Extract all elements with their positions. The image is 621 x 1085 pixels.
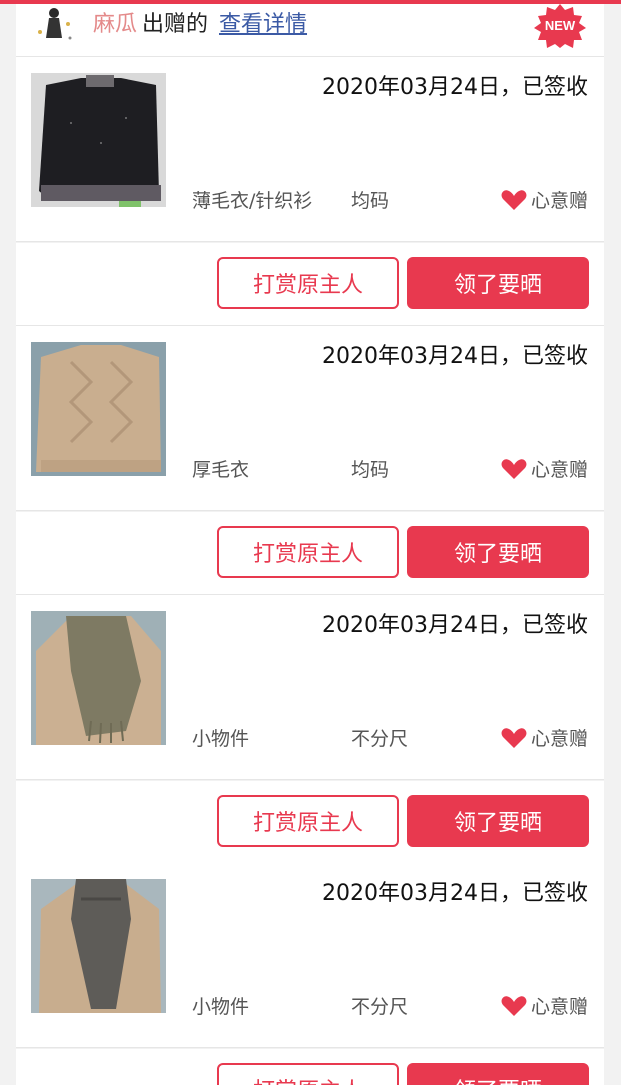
item-category: 小物件: [192, 996, 250, 1018]
item-thumbnail[interactable]: [31, 879, 166, 1013]
gift-tag: 心意赠: [501, 992, 588, 1019]
item-category: 厚毛衣: [192, 459, 250, 481]
reward-owner-button[interactable]: 打赏原主人: [217, 257, 399, 309]
item-size: 不分尺: [351, 996, 409, 1018]
item-size: 不分尺: [351, 728, 409, 750]
item-actions: 打赏原主人 领了要晒: [16, 243, 604, 326]
gift-tag-label: 心意赠: [530, 728, 588, 750]
gift-tag: 心意赠: [501, 724, 588, 751]
gift-item[interactable]: 2020年03月24日，已签收 厚毛衣 均码 心意赠: [16, 326, 604, 511]
new-badge-text: NEW: [545, 18, 576, 33]
avatar[interactable]: [32, 4, 76, 44]
item-actions: 打赏原主人 领了要晒: [16, 1049, 604, 1085]
reward-owner-button[interactable]: 打赏原主人: [217, 1063, 399, 1085]
item-size: 均码: [351, 190, 390, 212]
share-received-button[interactable]: 领了要晒: [407, 257, 589, 309]
item-thumbnail[interactable]: [31, 73, 166, 207]
giver-action-text: 出赠的: [142, 12, 209, 37]
item-category: 薄毛衣/针织衫: [192, 190, 313, 212]
sign-date: 2020年03月24日，已签收: [322, 881, 588, 906]
new-burst-icon: NEW: [534, 4, 586, 48]
reward-owner-button[interactable]: 打赏原主人: [217, 526, 399, 578]
sign-date: 2020年03月24日，已签收: [322, 613, 588, 638]
gift-item[interactable]: 2020年03月24日，已签收 小物件 不分尺 心意赠: [16, 595, 604, 780]
share-received-button[interactable]: 领了要晒: [407, 1063, 589, 1085]
reward-owner-button[interactable]: 打赏原主人: [217, 795, 399, 847]
item-size: 均码: [351, 459, 390, 481]
heart-icon: [501, 189, 527, 210]
gift-tag-label: 心意赠: [530, 459, 588, 481]
item-category: 小物件: [192, 728, 250, 750]
gift-item[interactable]: 2020年03月24日，已签收 薄毛衣/针织衫 均码 心意赠: [16, 57, 604, 242]
heart-icon: [501, 727, 527, 748]
sign-date: 2020年03月24日，已签收: [322, 344, 588, 369]
share-received-button[interactable]: 领了要晒: [407, 526, 589, 578]
heart-icon: [501, 995, 527, 1016]
item-actions: 打赏原主人 领了要晒: [16, 512, 604, 595]
gift-item[interactable]: 2020年03月24日，已签收 小物件 不分尺 心意赠: [16, 863, 604, 1048]
share-received-button[interactable]: 领了要晒: [407, 795, 589, 847]
heart-icon: [501, 458, 527, 479]
giver-header: 麻瓜 出赠的 查看详情 NEW: [16, 4, 604, 57]
gift-tag: 心意赠: [501, 455, 588, 482]
gift-tag-label: 心意赠: [530, 996, 588, 1018]
view-details-link[interactable]: 查看详情: [219, 6, 307, 38]
item-actions: 打赏原主人 领了要晒: [16, 781, 604, 864]
sign-date: 2020年03月24日，已签收: [322, 75, 588, 100]
giver-name[interactable]: 麻瓜: [93, 6, 137, 38]
gift-tag-label: 心意赠: [530, 190, 588, 212]
item-thumbnail[interactable]: [31, 342, 166, 476]
new-badge: NEW: [532, 4, 588, 48]
item-thumbnail[interactable]: [31, 611, 166, 745]
gift-tag: 心意赠: [501, 186, 588, 213]
